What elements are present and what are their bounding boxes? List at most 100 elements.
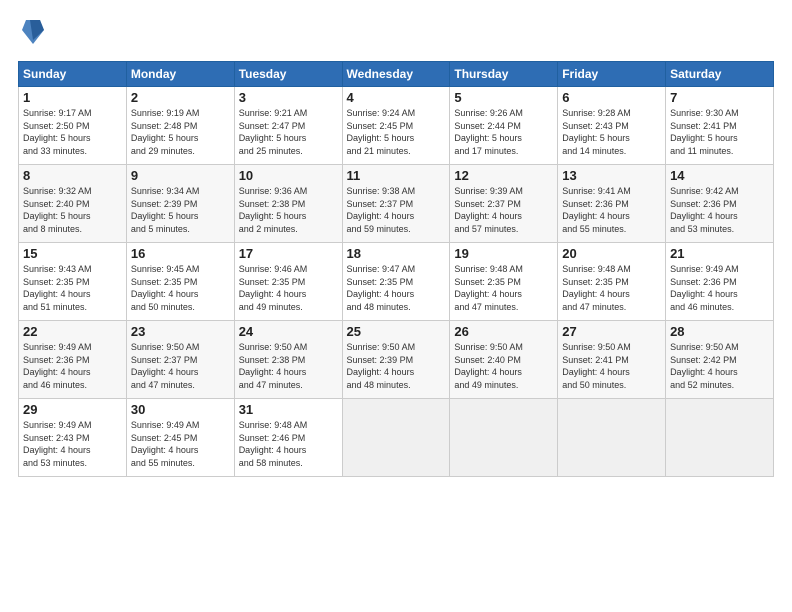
day-info: Sunrise: 9:50 AM Sunset: 2:40 PM Dayligh… [454,341,553,391]
day-info: Sunrise: 9:19 AM Sunset: 2:48 PM Dayligh… [131,107,230,157]
day-number: 19 [454,246,553,261]
day-info: Sunrise: 9:24 AM Sunset: 2:45 PM Dayligh… [347,107,446,157]
weekday-header-wednesday: Wednesday [342,62,450,87]
day-info: Sunrise: 9:32 AM Sunset: 2:40 PM Dayligh… [23,185,122,235]
calendar-week-2: 15 Sunrise: 9:43 AM Sunset: 2:35 PM Dayli… [19,243,774,321]
weekday-header-thursday: Thursday [450,62,558,87]
calendar-cell: 13Sunrise: 9:41 AM Sunset: 2:36 PM Dayli… [558,165,666,243]
day-number: 15 [23,246,122,261]
calendar-cell: 8 Sunrise: 9:32 AM Sunset: 2:40 PM Daylig… [19,165,127,243]
calendar-cell: 2Sunrise: 9:19 AM Sunset: 2:48 PM Daylig… [126,87,234,165]
day-number: 27 [562,324,661,339]
calendar-cell: 23Sunrise: 9:50 AM Sunset: 2:37 PM Dayli… [126,321,234,399]
day-number: 5 [454,90,553,105]
weekday-header-saturday: Saturday [666,62,774,87]
calendar-cell: 24Sunrise: 9:50 AM Sunset: 2:38 PM Dayli… [234,321,342,399]
day-number: 21 [670,246,769,261]
calendar-cell: 29Sunrise: 9:49 AM Sunset: 2:43 PM Dayli… [19,399,127,477]
calendar-cell: 12 Sunrise: 9:39 AM Sunset: 2:37 PM Dayli… [450,165,558,243]
day-number: 30 [131,402,230,417]
day-info: Sunrise: 9:38 AM Sunset: 2:37 PM Dayligh… [347,185,446,235]
day-info: Sunrise: 9:48 AM Sunset: 2:35 PM Dayligh… [454,263,553,313]
calendar-cell: 20 Sunrise: 9:48 AM Sunset: 2:35 PM Dayli… [558,243,666,321]
day-info: Sunrise: 9:42 AM Sunset: 2:36 PM Dayligh… [670,185,769,235]
day-info: Sunrise: 9:49 AM Sunset: 2:36 PM Dayligh… [23,341,122,391]
calendar-cell: 25 Sunrise: 9:50 AM Sunset: 2:39 PM Dayli… [342,321,450,399]
calendar-cell: 30 Sunrise: 9:49 AM Sunset: 2:45 PM Dayli… [126,399,234,477]
day-number: 12 [454,168,553,183]
calendar-cell: 18 Sunrise: 9:47 AM Sunset: 2:35 PM Dayli… [342,243,450,321]
day-info: Sunrise: 9:21 AM Sunset: 2:47 PM Dayligh… [239,107,338,157]
day-info: Sunrise: 9:34 AM Sunset: 2:39 PM Dayligh… [131,185,230,235]
day-number: 24 [239,324,338,339]
header [18,18,774,51]
calendar-cell [666,399,774,477]
calendar-cell: 31Sunrise: 9:48 AM Sunset: 2:46 PM Dayli… [234,399,342,477]
calendar-cell: 21 Sunrise: 9:49 AM Sunset: 2:36 PM Dayli… [666,243,774,321]
day-info: Sunrise: 9:43 AM Sunset: 2:35 PM Dayligh… [23,263,122,313]
day-info: Sunrise: 9:28 AM Sunset: 2:43 PM Dayligh… [562,107,661,157]
calendar-cell: 9 Sunrise: 9:34 AM Sunset: 2:39 PM Daylig… [126,165,234,243]
calendar-cell [450,399,558,477]
day-number: 18 [347,246,446,261]
day-info: Sunrise: 9:41 AM Sunset: 2:36 PM Dayligh… [562,185,661,235]
weekday-header-tuesday: Tuesday [234,62,342,87]
day-info: Sunrise: 9:49 AM Sunset: 2:45 PM Dayligh… [131,419,230,469]
day-info: Sunrise: 9:48 AM Sunset: 2:35 PM Dayligh… [562,263,661,313]
day-number: 8 [23,168,122,183]
weekday-header-row: SundayMondayTuesdayWednesdayThursdayFrid… [19,62,774,87]
day-info: Sunrise: 9:46 AM Sunset: 2:35 PM Dayligh… [239,263,338,313]
calendar-cell: 28 Sunrise: 9:50 AM Sunset: 2:42 PM Dayli… [666,321,774,399]
calendar-cell: 19 Sunrise: 9:48 AM Sunset: 2:35 PM Dayli… [450,243,558,321]
weekday-header-friday: Friday [558,62,666,87]
day-number: 1 [23,90,122,105]
day-info: Sunrise: 9:50 AM Sunset: 2:39 PM Dayligh… [347,341,446,391]
calendar-week-0: 1 Sunrise: 9:17 AM Sunset: 2:50 PM Daylig… [19,87,774,165]
calendar-cell: 14Sunrise: 9:42 AM Sunset: 2:36 PM Dayli… [666,165,774,243]
calendar-cell: 26 Sunrise: 9:50 AM Sunset: 2:40 PM Dayli… [450,321,558,399]
calendar-cell: 16Sunrise: 9:45 AM Sunset: 2:35 PM Dayli… [126,243,234,321]
calendar-cell: 7 Sunrise: 9:30 AM Sunset: 2:41 PM Daylig… [666,87,774,165]
calendar-cell [558,399,666,477]
day-info: Sunrise: 9:50 AM Sunset: 2:42 PM Dayligh… [670,341,769,391]
day-number: 22 [23,324,122,339]
day-info: Sunrise: 9:50 AM Sunset: 2:41 PM Dayligh… [562,341,661,391]
day-number: 6 [562,90,661,105]
day-info: Sunrise: 9:17 AM Sunset: 2:50 PM Dayligh… [23,107,122,157]
day-number: 10 [239,168,338,183]
calendar-cell: 10 Sunrise: 9:36 AM Sunset: 2:38 PM Dayli… [234,165,342,243]
day-number: 11 [347,168,446,183]
day-info: Sunrise: 9:49 AM Sunset: 2:36 PM Dayligh… [670,263,769,313]
calendar-week-1: 8 Sunrise: 9:32 AM Sunset: 2:40 PM Daylig… [19,165,774,243]
logo [18,18,44,51]
day-number: 9 [131,168,230,183]
calendar-cell: 3Sunrise: 9:21 AM Sunset: 2:47 PM Daylig… [234,87,342,165]
day-info: Sunrise: 9:50 AM Sunset: 2:37 PM Dayligh… [131,341,230,391]
day-number: 25 [347,324,446,339]
calendar-week-4: 29Sunrise: 9:49 AM Sunset: 2:43 PM Dayli… [19,399,774,477]
calendar-cell: 4Sunrise: 9:24 AM Sunset: 2:45 PM Daylig… [342,87,450,165]
calendar-cell: 11 Sunrise: 9:38 AM Sunset: 2:37 PM Dayli… [342,165,450,243]
day-info: Sunrise: 9:30 AM Sunset: 2:41 PM Dayligh… [670,107,769,157]
calendar-cell: 6 Sunrise: 9:28 AM Sunset: 2:43 PM Daylig… [558,87,666,165]
weekday-header-monday: Monday [126,62,234,87]
day-info: Sunrise: 9:47 AM Sunset: 2:35 PM Dayligh… [347,263,446,313]
calendar-cell: 1 Sunrise: 9:17 AM Sunset: 2:50 PM Daylig… [19,87,127,165]
day-number: 31 [239,402,338,417]
day-number: 17 [239,246,338,261]
day-number: 20 [562,246,661,261]
day-number: 28 [670,324,769,339]
day-number: 7 [670,90,769,105]
day-info: Sunrise: 9:39 AM Sunset: 2:37 PM Dayligh… [454,185,553,235]
logo-icon [22,18,44,51]
page: SundayMondayTuesdayWednesdayThursdayFrid… [0,0,792,612]
calendar-table: SundayMondayTuesdayWednesdayThursdayFrid… [18,61,774,477]
day-number: 16 [131,246,230,261]
calendar-cell: 15 Sunrise: 9:43 AM Sunset: 2:35 PM Dayli… [19,243,127,321]
day-info: Sunrise: 9:26 AM Sunset: 2:44 PM Dayligh… [454,107,553,157]
day-number: 26 [454,324,553,339]
calendar-cell: 27 Sunrise: 9:50 AM Sunset: 2:41 PM Dayli… [558,321,666,399]
calendar-cell: 22 Sunrise: 9:49 AM Sunset: 2:36 PM Dayli… [19,321,127,399]
weekday-header-sunday: Sunday [19,62,127,87]
day-info: Sunrise: 9:36 AM Sunset: 2:38 PM Dayligh… [239,185,338,235]
